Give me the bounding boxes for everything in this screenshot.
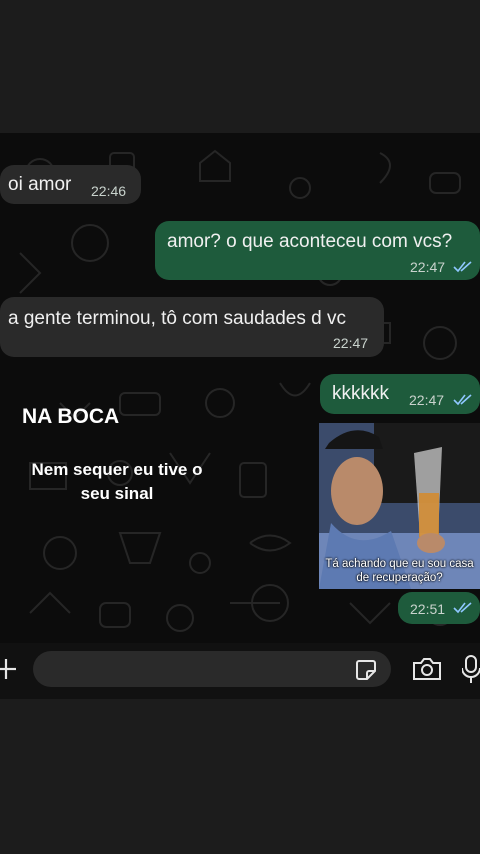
plus-icon[interactable] (0, 654, 18, 684)
video-overlay-subtitle: Nem sequer eu tive o seu sinal (31, 460, 203, 503)
read-receipt-icon (453, 261, 472, 273)
message-text: oi amor (8, 174, 72, 195)
message-time: 22:51 (410, 601, 446, 617)
message-time: 22:47 (410, 259, 446, 275)
incoming-message-bubble[interactable]: oi amor 22:46 (0, 165, 141, 204)
message-text: a gente terminou, tô com saudades d vc (8, 308, 346, 329)
message-text: kkkkkk (332, 383, 389, 404)
outgoing-message-bubble[interactable]: amor? o que aconteceu com vcs? 22:47 (155, 221, 480, 280)
outgoing-message-bubble[interactable]: kkkkkk 22:47 (320, 374, 480, 414)
read-receipt-icon (453, 394, 472, 406)
video-overlay-title: NA BOCA (22, 405, 120, 428)
incoming-message-bubble[interactable]: a gente terminou, tô com saudades d vc 2… (0, 297, 384, 357)
camera-icon[interactable] (412, 657, 442, 681)
image-caption: Tá achando que eu sou casa de recuperaçã… (325, 558, 474, 584)
read-receipt-icon (453, 602, 472, 614)
top-blank-area (0, 0, 480, 133)
message-time: 22:47 (409, 392, 445, 408)
sticker-icon[interactable] (355, 659, 377, 681)
message-input[interactable] (33, 651, 391, 687)
message-text: amor? o que aconteceu com vcs? (167, 231, 453, 252)
outgoing-time-bubble: 22:51 (398, 592, 480, 624)
message-time: 22:47 (333, 335, 369, 351)
image-message[interactable]: Tá achando que eu sou casa de recuperaçã… (319, 423, 480, 589)
message-time: 22:46 (91, 183, 127, 199)
mic-icon[interactable] (462, 654, 480, 684)
bottom-blank-area (0, 699, 480, 854)
